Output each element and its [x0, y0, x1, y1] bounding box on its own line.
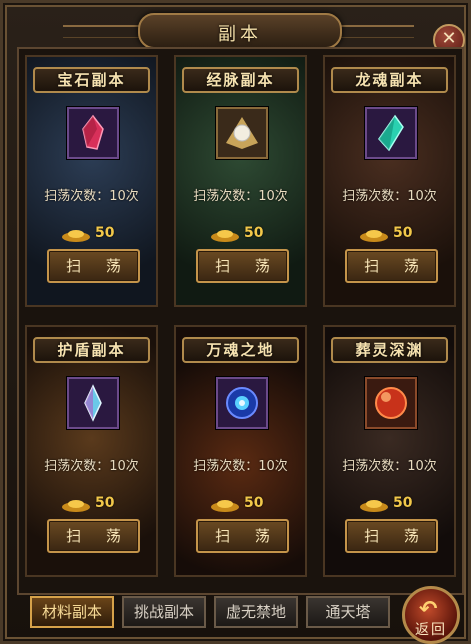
sweep-count: 扫荡次数：10次	[342, 189, 437, 204]
sweep-count: 扫荡次数：10次	[44, 189, 139, 204]
cost-value: 50	[95, 495, 115, 511]
dungeon-name-banner: 龙魂副本	[331, 67, 448, 93]
gold-ingot-icon	[62, 230, 90, 242]
sweep-button[interactable]: 扫 荡	[47, 519, 140, 553]
cost-value: 50	[393, 495, 413, 511]
dungeon-grid: 宝石副本 扫荡次数：10次 50 扫 荡 经脉副本 扫荡次数：10次 50 扫	[17, 47, 464, 595]
pearl-icon	[216, 107, 268, 159]
sweep-button[interactable]: 扫 荡	[47, 249, 140, 283]
red-gem-icon	[67, 107, 119, 159]
gold-ingot-icon	[211, 500, 239, 512]
window-title: 副本	[218, 24, 262, 45]
sweep-button[interactable]: 扫 荡	[345, 519, 438, 553]
sweep-count: 扫荡次数：10次	[193, 459, 288, 474]
dungeon-card-meridian: 经脉副本 扫荡次数：10次 50 扫 荡	[174, 55, 307, 307]
back-button-label: 返回	[415, 622, 447, 638]
sweep-count: 扫荡次数：10次	[342, 459, 437, 474]
title-ornament-right	[334, 25, 414, 38]
dungeon-name-banner: 宝石副本	[33, 67, 150, 93]
cost-value: 50	[393, 225, 413, 241]
cost: 50	[61, 495, 131, 513]
tab-label: 材料副本	[41, 603, 102, 621]
sweep-button-label: 扫 荡	[66, 257, 131, 275]
dungeon-name-banner: 经脉副本	[182, 67, 299, 93]
sweep-count: 扫荡次数：10次	[44, 459, 139, 474]
dungeon-name-banner: 护盾副本	[33, 337, 150, 363]
dungeon-card-gem: 宝石副本 扫荡次数：10次 50 扫 荡	[25, 55, 158, 307]
sweep-button-label: 扫 荡	[66, 527, 131, 545]
sweep-count: 扫荡次数：10次	[193, 189, 288, 204]
sweep-button-label: 扫 荡	[364, 257, 429, 275]
dungeon-window: 副本 ✕ 宝石副本 扫荡次数：10次 50 扫 荡 经脉副本 扫荡次数：10次 …	[0, 0, 471, 644]
sweep-button-label: 扫 荡	[364, 527, 429, 545]
dungeon-name: 护盾副本	[57, 341, 126, 359]
cost-value: 50	[244, 495, 264, 511]
cost: 50	[210, 225, 280, 243]
gold-ingot-icon	[62, 500, 90, 512]
dungeon-card-ten-thousand-souls: 万魂之地 扫荡次数：10次 50 扫 荡	[174, 325, 307, 577]
dungeon-name: 龙魂副本	[355, 71, 424, 89]
gold-ingot-icon	[211, 230, 239, 242]
dungeon-card-dragon-soul: 龙魂副本 扫荡次数：10次 50 扫 荡	[323, 55, 456, 307]
dungeon-name-banner: 葬灵深渊	[331, 337, 448, 363]
sweep-button[interactable]: 扫 荡	[196, 519, 289, 553]
sweep-button-label: 扫 荡	[215, 527, 280, 545]
red-orb-icon	[365, 377, 417, 429]
dungeon-name-banner: 万魂之地	[182, 337, 299, 363]
dungeon-name: 葬灵深渊	[355, 341, 424, 359]
tab-label: 挑战副本	[133, 603, 194, 621]
tab-challenge-dungeon[interactable]: 挑战副本	[122, 596, 206, 628]
cost-value: 50	[244, 225, 264, 241]
gold-ingot-icon	[360, 230, 388, 242]
cost: 50	[210, 495, 280, 513]
dungeon-card-shield: 护盾副本 扫荡次数：10次 50 扫 荡	[25, 325, 158, 577]
cost: 50	[359, 495, 429, 513]
tab-void-forbidden-land[interactable]: 虚无禁地	[214, 596, 298, 628]
blue-soul-orb-icon	[216, 377, 268, 429]
dungeon-name: 经脉副本	[206, 71, 275, 89]
dungeon-name: 万魂之地	[206, 341, 275, 359]
tab-label: 虚无禁地	[225, 603, 286, 621]
sweep-button-label: 扫 荡	[215, 257, 280, 275]
title-plate: 副本	[138, 13, 342, 49]
shield-crystal-icon	[67, 377, 119, 429]
dungeon-card-spirit-abyss: 葬灵深渊 扫荡次数：10次 50 扫 荡	[323, 325, 456, 577]
back-button[interactable]: ↶ 返回	[402, 586, 460, 644]
cost: 50	[359, 225, 429, 243]
sweep-button[interactable]: 扫 荡	[196, 249, 289, 283]
tab-material-dungeon[interactable]: 材料副本	[30, 596, 114, 628]
tab-sky-tower[interactable]: 通天塔	[306, 596, 390, 628]
cyan-crystal-icon	[365, 107, 417, 159]
tab-label: 通天塔	[325, 603, 371, 621]
title-ornament-left	[63, 25, 143, 38]
cost-value: 50	[95, 225, 115, 241]
cost: 50	[61, 225, 131, 243]
sweep-button[interactable]: 扫 荡	[345, 249, 438, 283]
title-bar: 副本	[63, 11, 414, 51]
gold-ingot-icon	[360, 500, 388, 512]
dungeon-name: 宝石副本	[57, 71, 126, 89]
